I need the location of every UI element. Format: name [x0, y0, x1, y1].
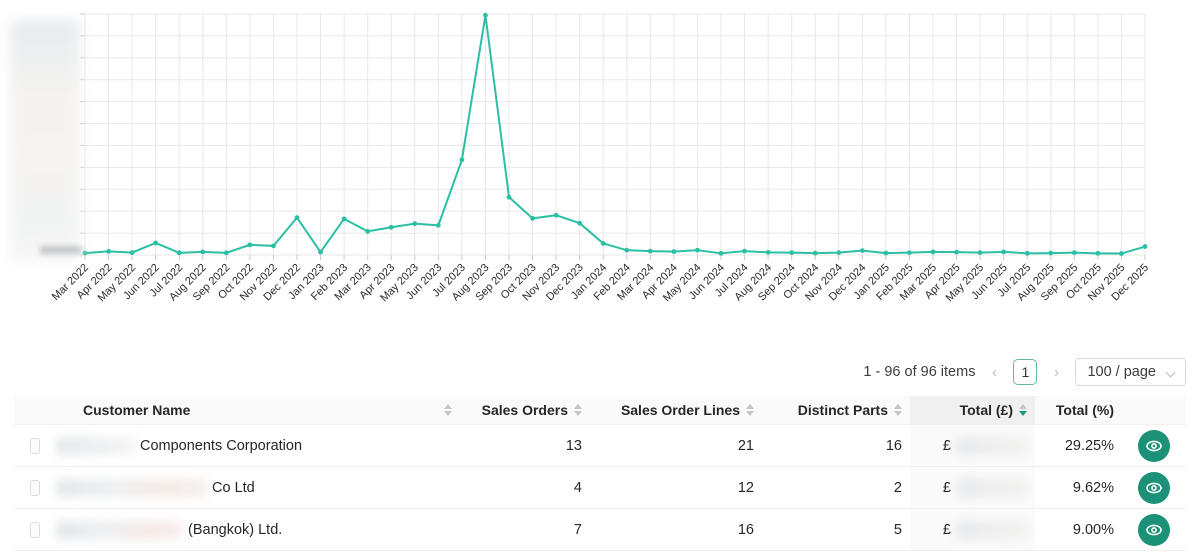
row-select-cell [14, 480, 48, 496]
column-title: Total (£) [960, 402, 1013, 418]
distinct-parts-cell: 2 [762, 480, 910, 496]
y-axis-origin-redacted [40, 246, 82, 254]
orders-by-month-chart: Mar 2022Apr 2022May 2022Jun 2022Jul 2022… [0, 0, 1200, 330]
row-checkbox[interactable] [30, 522, 40, 538]
distinct-parts-cell: 5 [762, 522, 910, 538]
sales-orders-cell: 4 [460, 480, 590, 496]
line-chart-canvas: Mar 2022Apr 2022May 2022Jun 2022Jul 2022… [0, 0, 1200, 330]
customer-name-text: (Bangkok) Ltd. [188, 522, 282, 538]
row-select-cell [14, 522, 48, 538]
column-title: Sales Orders [482, 402, 568, 418]
page-size-value: 100 / page [1087, 364, 1156, 380]
total-gbp-cell: £ [910, 467, 1035, 508]
table-row: Co Ltd 4 12 2 £ 9.62% [14, 467, 1186, 509]
total-value-redacted [957, 437, 1027, 455]
chevron-right-icon: › [1054, 364, 1059, 381]
pagination-bar: 1 - 96 of 96 items ‹ 1 › 100 / page [0, 356, 1186, 388]
actions-cell [1122, 430, 1186, 462]
orders-analytics-page: Mar 2022Apr 2022May 2022Jun 2022Jul 2022… [0, 0, 1200, 554]
table-row: (Bangkok) Ltd. 7 16 5 £ 9.00% [14, 509, 1186, 551]
actions-cell [1122, 514, 1186, 546]
pagination-next-button[interactable]: › [1047, 359, 1065, 385]
chevron-down-icon [1166, 367, 1176, 377]
customer-name-text: Co Ltd [212, 480, 255, 496]
total-gbp-cell: £ [910, 509, 1035, 550]
row-select-cell [14, 438, 48, 454]
sales-order-lines-cell: 12 [590, 480, 762, 496]
customer-name-text: Components Corporation [140, 438, 302, 454]
customer-name-cell: Components Corporation [48, 437, 460, 455]
total-value-redacted [957, 479, 1027, 497]
customer-name-redacted-prefix [56, 479, 206, 497]
customer-name-cell: (Bangkok) Ltd. [48, 521, 460, 539]
distinct-parts-cell: 16 [762, 438, 910, 454]
column-header-sales-order-lines[interactable]: Sales Order Lines [590, 396, 762, 424]
pagination-prev-button[interactable]: ‹ [985, 359, 1003, 385]
customer-name-redacted-prefix [56, 437, 134, 455]
sort-icon [894, 404, 902, 416]
total-pct-cell: 9.62% [1035, 480, 1122, 496]
page-size-select[interactable]: 100 / page [1075, 358, 1186, 386]
total-gbp-cell: £ [910, 425, 1035, 466]
row-checkbox[interactable] [30, 438, 40, 454]
currency-symbol: £ [943, 480, 951, 496]
column-title: Total (%) [1056, 402, 1114, 418]
customer-name-cell: Co Ltd [48, 479, 460, 497]
total-value-redacted [957, 521, 1027, 539]
currency-symbol: £ [943, 522, 951, 538]
total-pct-cell: 9.00% [1035, 522, 1122, 538]
total-pct-cell: 29.25% [1035, 438, 1122, 454]
eye-icon [1144, 478, 1164, 498]
customers-table: Customer Name Sales Orders Sales Order L… [14, 396, 1186, 551]
chevron-left-icon: ‹ [992, 364, 997, 381]
eye-icon [1144, 520, 1164, 540]
sort-icon-active-descending [1019, 404, 1027, 416]
y-axis-labels-redacted [10, 20, 80, 262]
view-details-button[interactable] [1138, 472, 1170, 504]
sort-icon [574, 404, 582, 416]
column-title: Customer Name [83, 402, 190, 418]
sales-order-lines-cell: 21 [590, 438, 762, 454]
currency-symbol: £ [943, 438, 951, 454]
pagination-range-text: 1 - 96 of 96 items [863, 364, 975, 380]
column-header-sales-orders[interactable]: Sales Orders [460, 396, 590, 424]
table-header-row: Customer Name Sales Orders Sales Order L… [14, 396, 1186, 425]
sort-icon [444, 404, 452, 416]
sales-orders-cell: 13 [460, 438, 590, 454]
column-header-total-pct: Total (%) [1035, 402, 1122, 418]
column-header-total-gbp[interactable]: Total (£) [910, 396, 1035, 424]
column-header-customer-name[interactable]: Customer Name [48, 396, 460, 424]
column-title: Sales Order Lines [621, 402, 740, 418]
view-details-button[interactable] [1138, 430, 1170, 462]
column-title: Distinct Parts [798, 402, 888, 418]
sort-icon [746, 404, 754, 416]
customer-name-redacted-prefix [56, 521, 182, 539]
sales-orders-cell: 7 [460, 522, 590, 538]
table-row: Components Corporation 13 21 16 £ 29.25% [14, 425, 1186, 467]
view-details-button[interactable] [1138, 514, 1170, 546]
sales-order-lines-cell: 16 [590, 522, 762, 538]
current-page-number: 1 [1022, 364, 1030, 380]
column-header-distinct-parts[interactable]: Distinct Parts [762, 396, 910, 424]
pagination-page-1-button[interactable]: 1 [1013, 359, 1037, 385]
row-checkbox[interactable] [30, 480, 40, 496]
eye-icon [1144, 436, 1164, 456]
actions-cell [1122, 472, 1186, 504]
